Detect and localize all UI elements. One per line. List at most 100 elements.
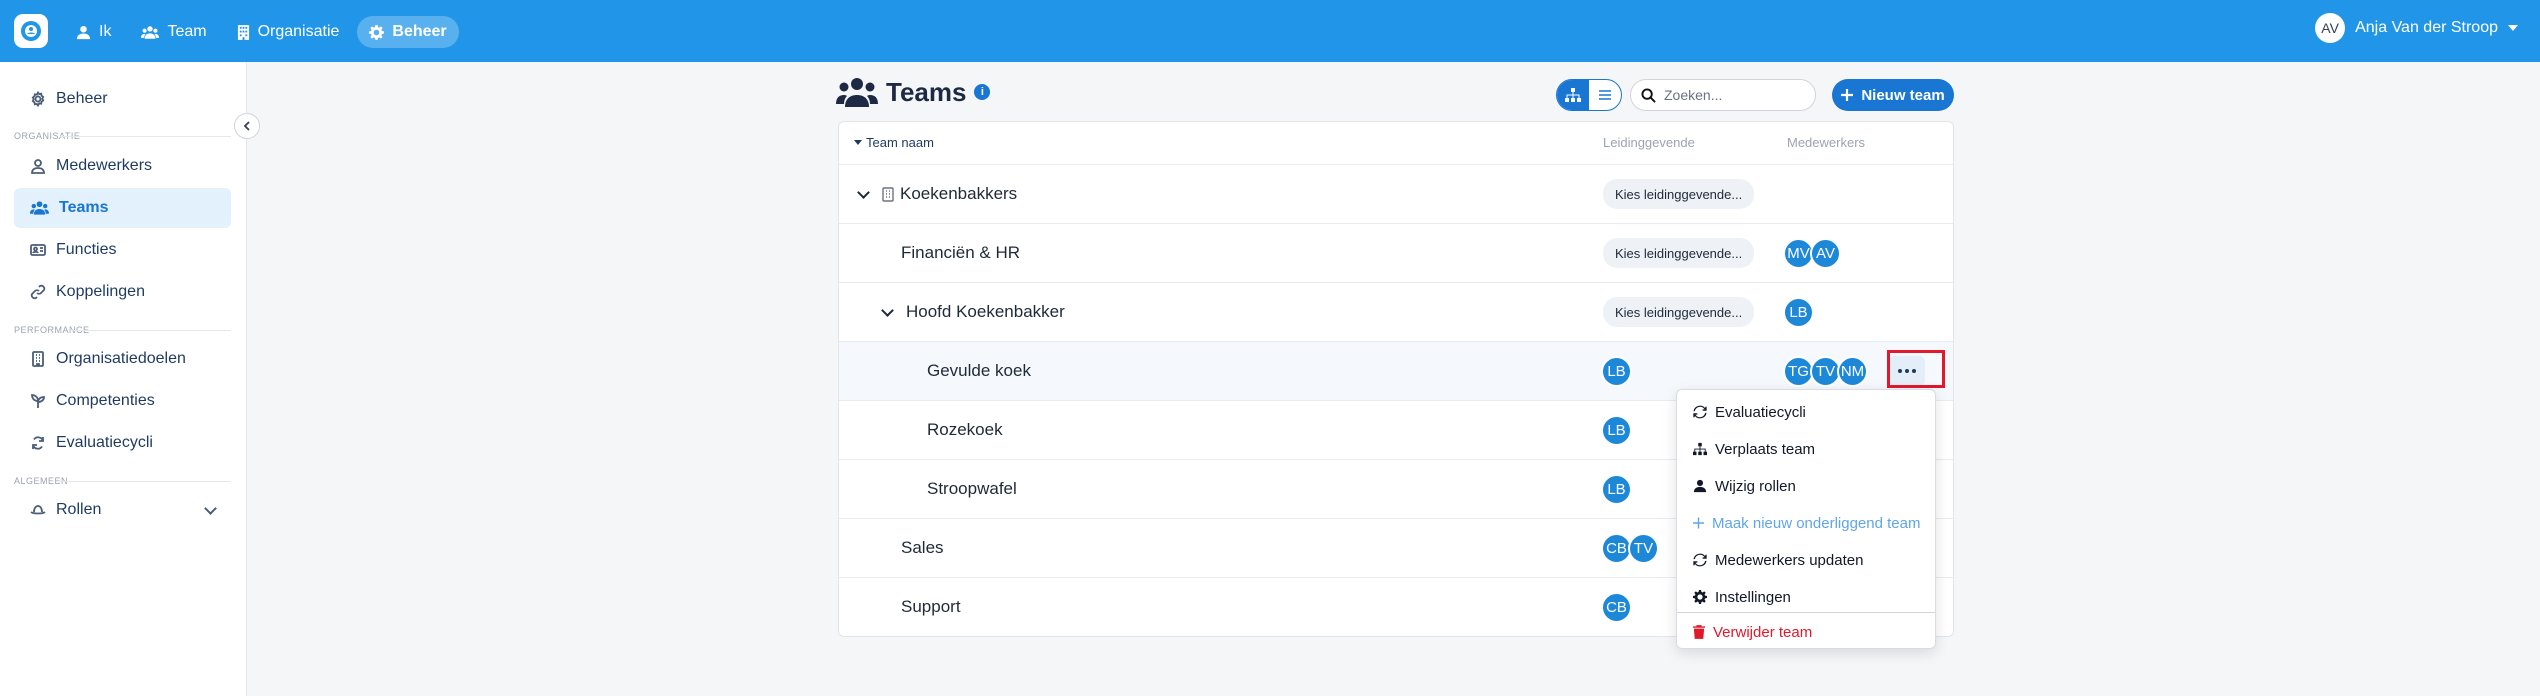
- sidebar: Beheer ORGANISATIE Medewerkers Teams Fun…: [0, 62, 247, 696]
- view-toggle: [1556, 79, 1622, 111]
- menu-item-label: Instellingen: [1715, 588, 1791, 606]
- sidebar-item-label: Competenties: [56, 392, 155, 409]
- choose-lead-button[interactable]: Kies leidinggevende...: [1603, 238, 1755, 268]
- gear-icon: [31, 91, 45, 107]
- avatar[interactable]: CB: [1601, 592, 1632, 623]
- nav-ik[interactable]: Ik: [64, 16, 123, 48]
- menu-item-medewerkers-updaten[interactable]: Medewerkers updaten: [1677, 542, 1935, 578]
- users-icon: [836, 78, 878, 107]
- refresh-icon: [1693, 553, 1707, 567]
- menu-item-label: Maak nieuw onderliggend team: [1712, 514, 1921, 532]
- sidebar-item-label: Rollen: [56, 501, 102, 518]
- sidebar-item-evaluatiecycli[interactable]: Evaluatiecycli: [14, 423, 231, 463]
- menu-item-label: Evaluatiecycli: [1715, 403, 1806, 421]
- nav-organisatie-label: Organisatie: [257, 23, 340, 40]
- table-row[interactable]: Hoofd Koekenbakker Kies leidinggevende..…: [839, 282, 1953, 341]
- avatar[interactable]: LB: [1783, 297, 1814, 328]
- team-actions-menu: Evaluatiecycli Verplaats team Wijzig rol…: [1676, 389, 1936, 649]
- team-name: Stroopwafel: [927, 479, 1017, 498]
- choose-lead-button[interactable]: Kies leidinggevende...: [1603, 179, 1755, 209]
- logo-icon: [21, 21, 41, 41]
- list-view-button[interactable]: [1589, 80, 1621, 110]
- avatar[interactable]: NM: [1837, 356, 1868, 387]
- plus-icon: [1841, 89, 1854, 101]
- sidebar-item-label: Medewerkers: [56, 157, 153, 174]
- sidebar-item-beheer[interactable]: Beheer: [14, 79, 231, 119]
- avatar[interactable]: TV: [1628, 533, 1659, 564]
- collapse-sidebar-button[interactable]: [234, 113, 260, 139]
- sidebar-item-label: Koppelingen: [56, 283, 145, 300]
- sidebar-item-koppelingen[interactable]: Koppelingen: [14, 272, 231, 312]
- sidebar-item-label: Organisatiedoelen: [56, 350, 186, 367]
- choose-lead-button[interactable]: Kies leidinggevende...: [1603, 297, 1755, 327]
- sidebar-item-organisatiedoelen[interactable]: Organisatiedoelen: [14, 339, 231, 379]
- team-name: Rozekoek: [927, 420, 1003, 439]
- menu-item-evaluatiecycli[interactable]: Evaluatiecycli: [1677, 394, 1935, 430]
- chevron-down-icon: [204, 502, 217, 515]
- info-icon[interactable]: i: [974, 84, 991, 100]
- divider: [72, 330, 231, 331]
- sidebar-item-label: Evaluatiecycli: [56, 434, 153, 451]
- trash-icon: [1693, 625, 1705, 639]
- page-title: Teams i: [836, 76, 991, 108]
- avatar[interactable]: LB: [1601, 415, 1632, 446]
- search-input[interactable]: [1664, 87, 1804, 103]
- building-icon: [32, 351, 44, 367]
- menu-item-instellingen[interactable]: Instellingen: [1677, 579, 1935, 615]
- menu-item-verwijder-team[interactable]: Verwijder team: [1677, 614, 1935, 650]
- nav-team[interactable]: Team: [129, 16, 218, 48]
- building-icon: [237, 24, 249, 40]
- page-title-text: Teams: [886, 76, 967, 107]
- table-row[interactable]: Financiën & HR Kies leidinggevende... MV…: [839, 223, 1953, 282]
- table-row[interactable]: Koekenbakkers Kies leidinggevende...: [839, 164, 1953, 223]
- divider: [60, 481, 231, 482]
- column-header-team-name[interactable]: Team naam: [854, 135, 934, 150]
- sidebar-item-competenties[interactable]: Competenties: [14, 381, 231, 421]
- main-nav: Ik Team Organisatie Beheer: [64, 16, 459, 48]
- sidebar-item-medewerkers[interactable]: Medewerkers: [14, 146, 231, 186]
- tree-view-button[interactable]: [1557, 80, 1589, 110]
- user-menu[interactable]: AV Anja Van der Stroop: [2315, 13, 2518, 43]
- team-name: Financiën & HR: [901, 243, 1021, 262]
- sidebar-item-label: Beheer: [56, 90, 108, 107]
- users-icon: [141, 25, 160, 39]
- top-navbar: Ik Team Organisatie Beheer AV Anja Van d…: [0, 0, 2540, 62]
- menu-item-verplaats-team[interactable]: Verplaats team: [1677, 431, 1935, 467]
- hat-icon: [30, 505, 46, 515]
- column-header-medewerkers: Medewerkers: [1787, 135, 1866, 150]
- sidebar-item-functies[interactable]: Functies: [14, 230, 231, 270]
- user-name: Anja Van der Stroop: [2355, 19, 2498, 36]
- menu-item-maak-onderliggend-team[interactable]: Maak nieuw onderliggend team: [1677, 505, 1935, 541]
- user-icon: [1693, 479, 1707, 493]
- sidebar-item-rollen[interactable]: Rollen: [14, 490, 231, 530]
- avatar[interactable]: LB: [1601, 474, 1632, 505]
- users-icon: [30, 201, 49, 215]
- search-box: [1630, 79, 1816, 111]
- user-icon: [76, 25, 91, 39]
- sitemap-icon: [1565, 88, 1581, 102]
- list-icon: [1599, 90, 1611, 100]
- chevron-down-icon[interactable]: [881, 303, 894, 317]
- gear-icon: [369, 24, 385, 40]
- team-name: Hoofd Koekenbakker: [881, 302, 1065, 322]
- nav-beheer[interactable]: Beheer: [357, 16, 459, 48]
- sitemap-icon: [1693, 442, 1707, 456]
- menu-item-wijzig-rollen[interactable]: Wijzig rollen: [1677, 468, 1935, 504]
- header-label: Team naam: [866, 135, 934, 150]
- app-logo[interactable]: [14, 14, 48, 48]
- avatar[interactable]: LB: [1601, 356, 1632, 387]
- team-name: Sales: [901, 538, 944, 557]
- new-team-button[interactable]: Nieuw team: [1832, 79, 1954, 111]
- divider: [60, 136, 231, 137]
- nav-ik-label: Ik: [99, 23, 112, 40]
- chevron-down-icon[interactable]: [857, 185, 870, 199]
- gear-icon: [1693, 590, 1707, 604]
- avatar[interactable]: AV: [1810, 238, 1841, 269]
- sidebar-item-teams[interactable]: Teams: [14, 188, 231, 228]
- refresh-icon: [32, 436, 44, 450]
- search-icon: [1641, 87, 1656, 103]
- menu-item-label: Medewerkers updaten: [1715, 551, 1864, 569]
- refresh-icon: [1693, 405, 1707, 419]
- nav-organisatie[interactable]: Organisatie: [225, 16, 352, 48]
- menu-divider: [1677, 612, 1935, 613]
